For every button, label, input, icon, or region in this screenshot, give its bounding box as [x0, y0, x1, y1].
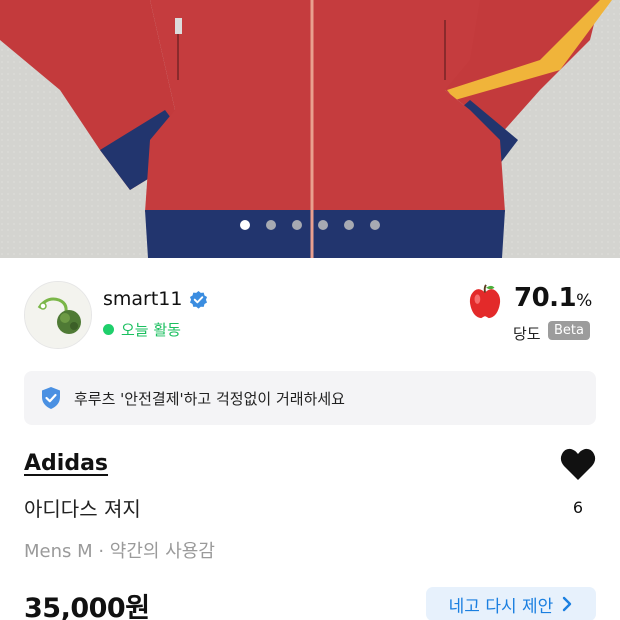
gallery-dot[interactable]: [266, 220, 276, 230]
chevron-right-icon: [563, 596, 572, 612]
apple-icon: [469, 284, 501, 319]
sweetness-label: 당도: [513, 325, 541, 343]
online-dot-icon: [103, 324, 114, 335]
seller-section[interactable]: smart11 오늘 활동 70.1% 당도 Beta: [24, 281, 596, 349]
product-price: 35,000원: [24, 593, 150, 620]
gallery-dot[interactable]: [370, 220, 380, 230]
gallery-dot[interactable]: [344, 220, 354, 230]
activity-status: 오늘 활동: [103, 319, 181, 340]
renegotiate-button[interactable]: 네고 다시 제안: [426, 587, 596, 620]
sweetness-number: 70.1: [514, 283, 577, 313]
beta-badge: Beta: [548, 321, 590, 340]
safe-pay-banner[interactable]: 후루츠 '안전결제'하고 걱정없이 거래하세요: [24, 371, 596, 425]
sweetness-score[interactable]: 70.1% 당도 Beta: [466, 281, 596, 349]
seller-name[interactable]: smart11: [103, 288, 183, 310]
shield-check-icon: [42, 387, 60, 409]
product-meta: Mens M · 약간의 사용감: [24, 541, 215, 562]
seller-avatar[interactable]: [24, 281, 92, 349]
like-button[interactable]: 6: [558, 448, 598, 528]
gallery-dot[interactable]: [318, 220, 328, 230]
brand-link[interactable]: Adidas: [24, 451, 108, 476]
product-photo[interactable]: [0, 0, 620, 258]
like-count: 6: [572, 498, 584, 517]
gallery-pagination: [0, 220, 620, 230]
renegotiate-label: 네고 다시 제안: [448, 596, 554, 617]
heart-icon: [560, 448, 596, 480]
gallery-dot[interactable]: [240, 220, 250, 230]
safe-pay-text: 후루츠 '안전결제'하고 걱정없이 거래하세요: [74, 389, 345, 408]
verified-badge-icon: [189, 290, 207, 309]
product-title: 아디다스 져지: [24, 497, 141, 521]
gallery-dot[interactable]: [292, 220, 302, 230]
sweetness-unit: %: [576, 291, 592, 311]
sweetness-value: 70.1%: [514, 283, 592, 313]
activity-label: 오늘 활동: [121, 321, 181, 339]
